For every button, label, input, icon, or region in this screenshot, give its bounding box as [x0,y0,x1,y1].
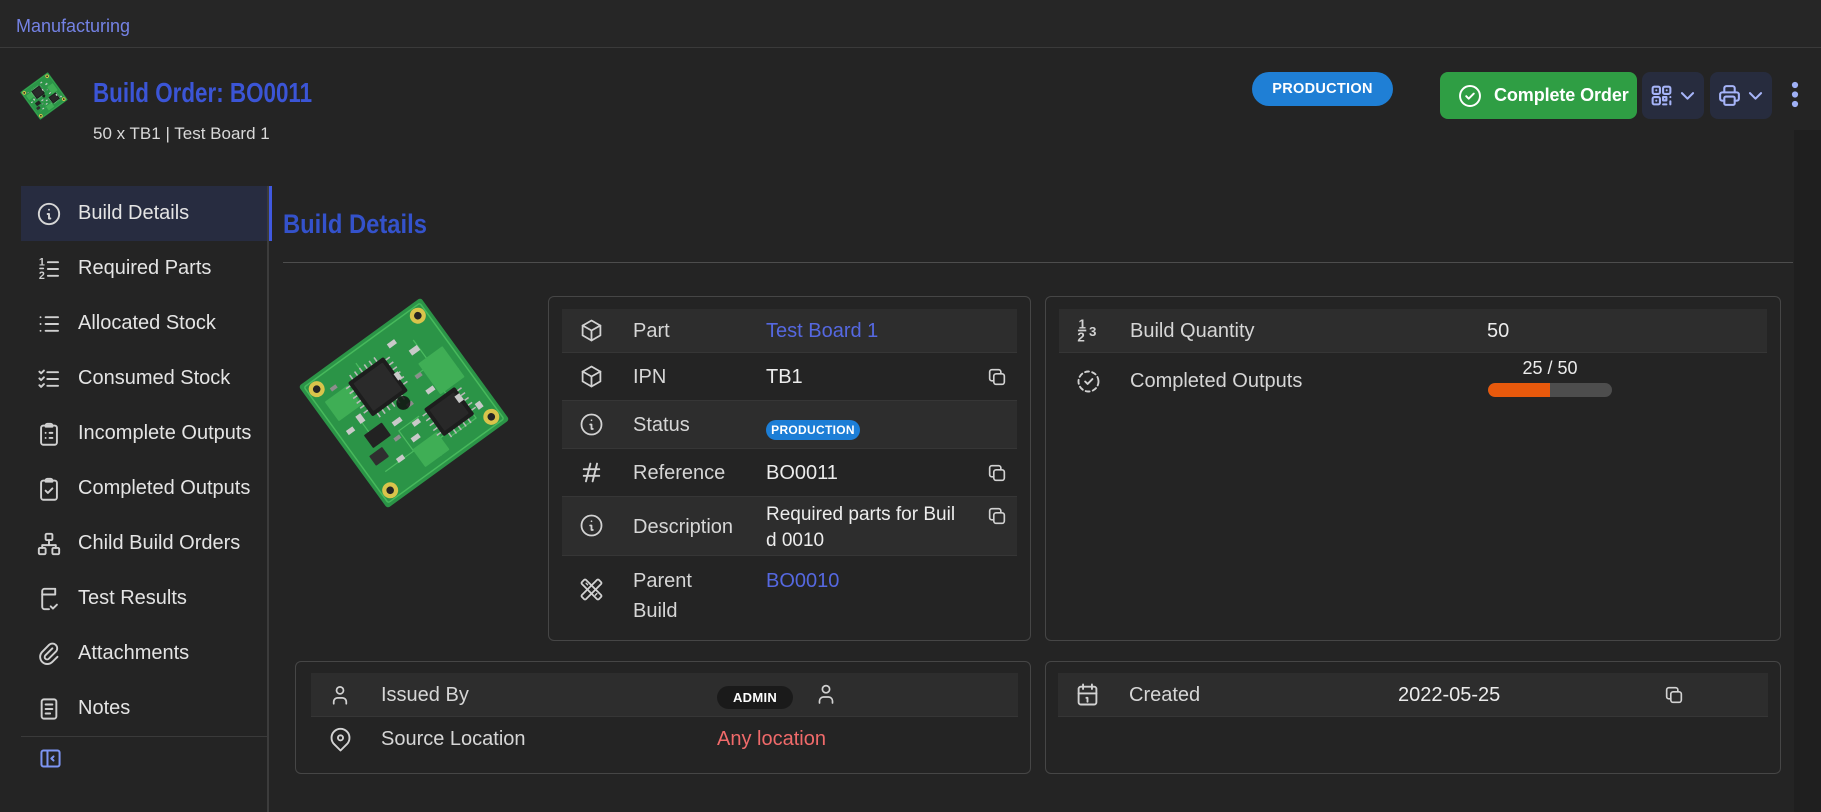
svg-text:1: 1 [39,256,45,268]
svg-text:2: 2 [1077,330,1084,344]
svg-text:2: 2 [39,270,45,282]
svg-text:3: 3 [1089,324,1096,339]
